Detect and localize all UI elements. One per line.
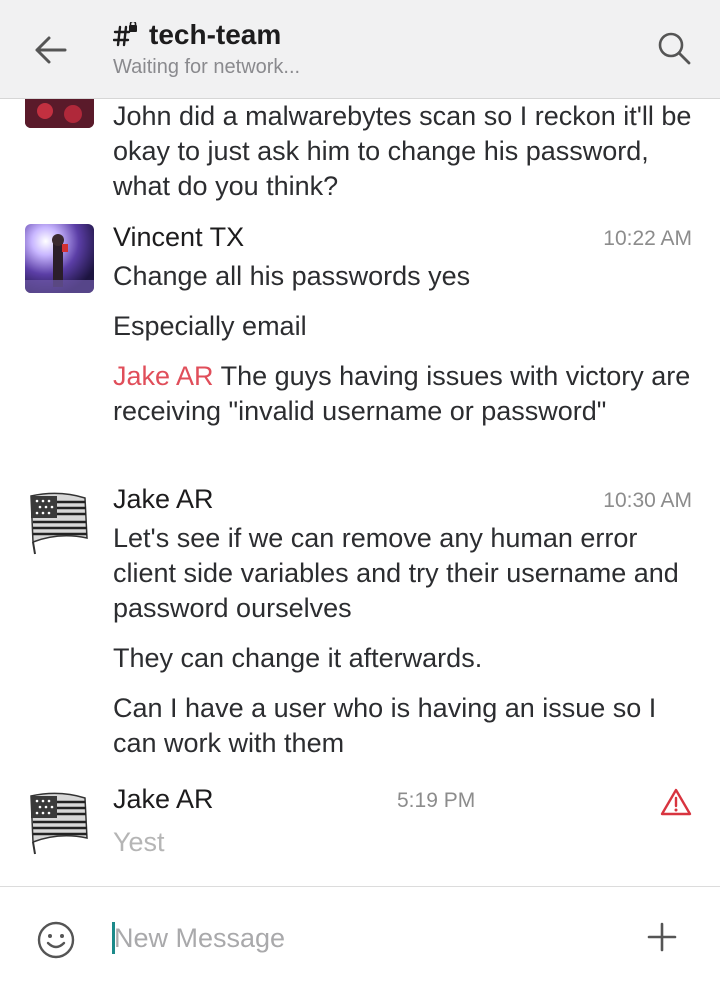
avatar[interactable] [25,488,94,557]
plus-icon[interactable] [642,917,682,957]
message-text: John did a malwarebytes scan so I reckon… [113,101,692,201]
message-input[interactable] [114,917,594,959]
sender-name[interactable]: Vincent TX [113,222,244,253]
locked-channel-hash-icon [112,20,139,48]
search-icon[interactable] [654,28,694,68]
channel-title-group[interactable]: tech-team Waiting for network... [112,16,301,79]
user-mention[interactable]: Jake AR [113,361,214,391]
message-timestamp: 10:22 AM [603,227,692,250]
channel-name: tech-team [149,19,282,50]
sender-name[interactable]: Jake AR [113,484,214,515]
message-text: Especially email [113,311,307,341]
message-timestamp: 10:30 AM [603,489,692,512]
emoji-icon[interactable] [36,920,76,960]
message-timestamp: 5:19 PM [397,789,476,812]
avatar[interactable] [25,99,94,128]
channel-header: tech-team Waiting for network... [0,0,720,99]
message-text: Can I have a user who is having an issue… [113,693,657,758]
message-list[interactable]: John did a malwarebytes scan so I reckon… [0,99,720,886]
back-arrow-icon[interactable] [30,30,70,70]
message-text: Change all his passwords yes [113,261,471,291]
message-text: They can change it afterwards. [113,643,483,673]
warning-icon[interactable] [660,787,692,817]
message-composer [0,886,720,987]
avatar[interactable] [25,788,94,857]
connection-status: Waiting for network... [113,56,301,78]
avatar[interactable] [25,224,94,293]
message-text-with-mention: Jake AR The guys having issues with vict… [113,359,703,429]
pending-message-text: Yest [113,827,165,857]
message-text: Let's see if we can remove any human err… [113,523,679,623]
sender-name[interactable]: Jake AR [113,784,214,815]
